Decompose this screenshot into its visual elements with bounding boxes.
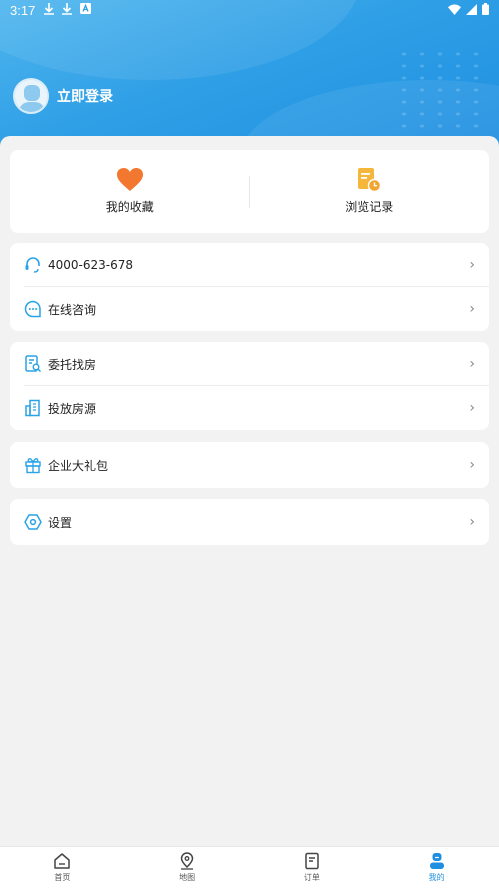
hotline-number: 4000-623-678: [48, 258, 134, 272]
settings-icon: [24, 513, 42, 531]
headset-icon: [24, 256, 42, 274]
tab-map[interactable]: 地图: [125, 847, 250, 888]
tab-mine[interactable]: 我的: [374, 847, 499, 888]
chevron-right-icon: ›: [469, 457, 475, 473]
profile-icon: [429, 853, 444, 869]
search-document-icon: [24, 355, 42, 373]
chevron-right-icon: ›: [469, 301, 475, 317]
status-time: 3:17: [10, 3, 36, 18]
chevron-right-icon: ›: [469, 514, 475, 530]
main-content: 我的收藏 浏览记录 4000-623-678 › 在线咨询 › 委托找房 › 投…: [0, 136, 499, 846]
heart-icon: [116, 168, 143, 191]
bottom-tab-bar: 首页 地图 订单 我的: [0, 846, 499, 888]
settings-group: 设置 ›: [10, 499, 489, 545]
wifi-icon: [448, 4, 461, 15]
enterprise-gift-row[interactable]: 企业大礼包 ›: [10, 442, 489, 488]
housing-group: 委托找房 › 投放房源 ›: [10, 342, 489, 430]
cellular-signal-icon: [466, 3, 477, 15]
history-label: 浏览记录: [345, 200, 394, 214]
chevron-right-icon: ›: [469, 257, 475, 273]
tab-orders-label: 订单: [303, 873, 320, 882]
login-link[interactable]: 立即登录: [57, 86, 113, 106]
app-notification-icon: [80, 3, 91, 14]
contact-group: 4000-623-678 › 在线咨询 ›: [10, 243, 489, 331]
hotline-row[interactable]: 4000-623-678 ›: [10, 243, 489, 287]
building-icon: [24, 399, 42, 417]
login-area[interactable]: 立即登录: [13, 78, 113, 114]
history-button[interactable]: 浏览记录: [250, 150, 490, 233]
header-dot-pattern: [395, 48, 485, 133]
settings-label: 设置: [48, 515, 73, 530]
download-icon: [44, 3, 54, 15]
online-consult-label: 在线咨询: [48, 302, 97, 317]
chevron-right-icon: ›: [469, 400, 475, 416]
status-system-icons: [448, 3, 489, 15]
entrust-search-label: 委托找房: [48, 357, 97, 372]
tab-mine-label: 我的: [428, 873, 445, 882]
battery-icon: [482, 3, 489, 15]
list-property-label: 投放房源: [48, 401, 97, 416]
list-property-row[interactable]: 投放房源 ›: [10, 386, 489, 430]
avatar-head: [24, 85, 40, 101]
online-consult-row[interactable]: 在线咨询 ›: [10, 287, 489, 331]
tab-orders[interactable]: 订单: [250, 847, 375, 888]
map-pin-icon: [180, 852, 194, 870]
gift-group: 企业大礼包 ›: [10, 442, 489, 488]
quick-actions-divider: [249, 176, 250, 208]
tab-map-label: 地图: [179, 873, 196, 882]
tab-home-label: 首页: [54, 873, 71, 882]
status-notification-icons: [44, 3, 91, 15]
avatar[interactable]: [13, 78, 49, 114]
tab-home[interactable]: 首页: [0, 847, 125, 888]
avatar-body: [19, 102, 45, 112]
home-icon: [54, 853, 71, 869]
chat-bubble-icon: [24, 300, 42, 318]
settings-row[interactable]: 设置 ›: [10, 499, 489, 545]
entrust-search-row[interactable]: 委托找房 ›: [10, 342, 489, 386]
status-bar: 3:17: [0, 0, 499, 22]
order-icon: [305, 852, 319, 870]
quick-actions-card: 我的收藏 浏览记录: [10, 150, 489, 233]
download-icon: [62, 3, 72, 15]
favorites-label: 我的收藏: [105, 200, 154, 214]
chevron-right-icon: ›: [469, 356, 475, 372]
favorites-button[interactable]: 我的收藏: [10, 150, 250, 233]
enterprise-gift-label: 企业大礼包: [48, 458, 109, 473]
history-doc-icon: [358, 168, 382, 192]
gift-icon: [24, 456, 42, 474]
